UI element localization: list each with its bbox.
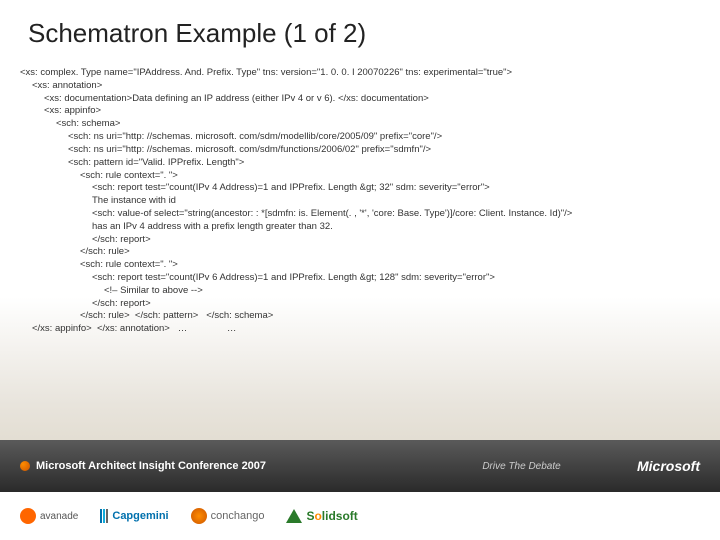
code-line: has an IPv 4 address with a prefix lengt… xyxy=(20,221,700,234)
code-line: <sch: ns uri="http: //schemas. microsoft… xyxy=(20,131,700,144)
microsoft-logo: Microsoft xyxy=(637,458,700,474)
code-line: <!– Similar to above --> xyxy=(20,285,700,298)
conference-title: Microsoft Architect Insight Conference 2… xyxy=(36,460,266,472)
code-line: <xs: appinfo> xyxy=(20,105,700,118)
avanade-icon xyxy=(20,508,36,524)
sponsor-capgemini: Capgemini xyxy=(100,509,168,523)
sponsor-label: Capgemini xyxy=(112,510,168,522)
code-line: </xs: appinfo> </xs: annotation> … … xyxy=(20,323,700,336)
code-block: <xs: complex. Type name="IPAddress. And.… xyxy=(0,49,720,336)
code-line: <xs: annotation> xyxy=(20,80,700,93)
code-line: The instance with id xyxy=(20,195,700,208)
code-line: <sch: pattern id="Valid. IPPrefix. Lengt… xyxy=(20,157,700,170)
footer-left: Microsoft Architect Insight Conference 2… xyxy=(20,460,266,472)
sponsor-solidsoft: Solidsoft xyxy=(286,509,357,523)
sponsor-bar: avanade Capgemini conchango Solidsoft xyxy=(0,492,720,540)
code-line: <sch: report test="count(IPv 4 Address)=… xyxy=(20,182,700,195)
code-line: </sch: report> xyxy=(20,298,700,311)
capgemini-icon xyxy=(100,509,108,523)
sponsor-label: conchango xyxy=(211,510,265,522)
code-line: <xs: documentation>Data defining an IP a… xyxy=(20,93,700,106)
code-line: <sch: rule context=". "> xyxy=(20,170,700,183)
code-line: <sch: value-of select="string(ancestor: … xyxy=(20,208,700,221)
sponsor-label: avanade xyxy=(40,511,78,522)
slide-title: Schematron Example (1 of 2) xyxy=(0,0,720,49)
code-line: <xs: complex. Type name="IPAddress. And.… xyxy=(20,67,700,80)
code-line: <sch: report test="count(IPv 6 Address)=… xyxy=(20,272,700,285)
sponsor-label: Solidsoft xyxy=(306,509,357,523)
code-line: <sch: schema> xyxy=(20,118,700,131)
footer-tagline: Drive The Debate xyxy=(482,461,560,472)
code-line: <sch: ns uri="http: //schemas. microsoft… xyxy=(20,144,700,157)
code-line: </sch: rule> xyxy=(20,246,700,259)
solidsoft-icon xyxy=(286,509,302,523)
code-line: <sch: rule context=". "> xyxy=(20,259,700,272)
sponsor-avanade: avanade xyxy=(20,508,78,524)
code-line: </sch: rule> </sch: pattern> </sch: sche… xyxy=(20,310,700,323)
sponsor-conchango: conchango xyxy=(191,508,265,524)
footer-dot-icon xyxy=(20,461,30,471)
code-line: </sch: report> xyxy=(20,234,700,247)
footer-bar: Microsoft Architect Insight Conference 2… xyxy=(0,440,720,492)
conchango-icon xyxy=(191,508,207,524)
microsoft-text: Microsoft xyxy=(637,458,700,474)
